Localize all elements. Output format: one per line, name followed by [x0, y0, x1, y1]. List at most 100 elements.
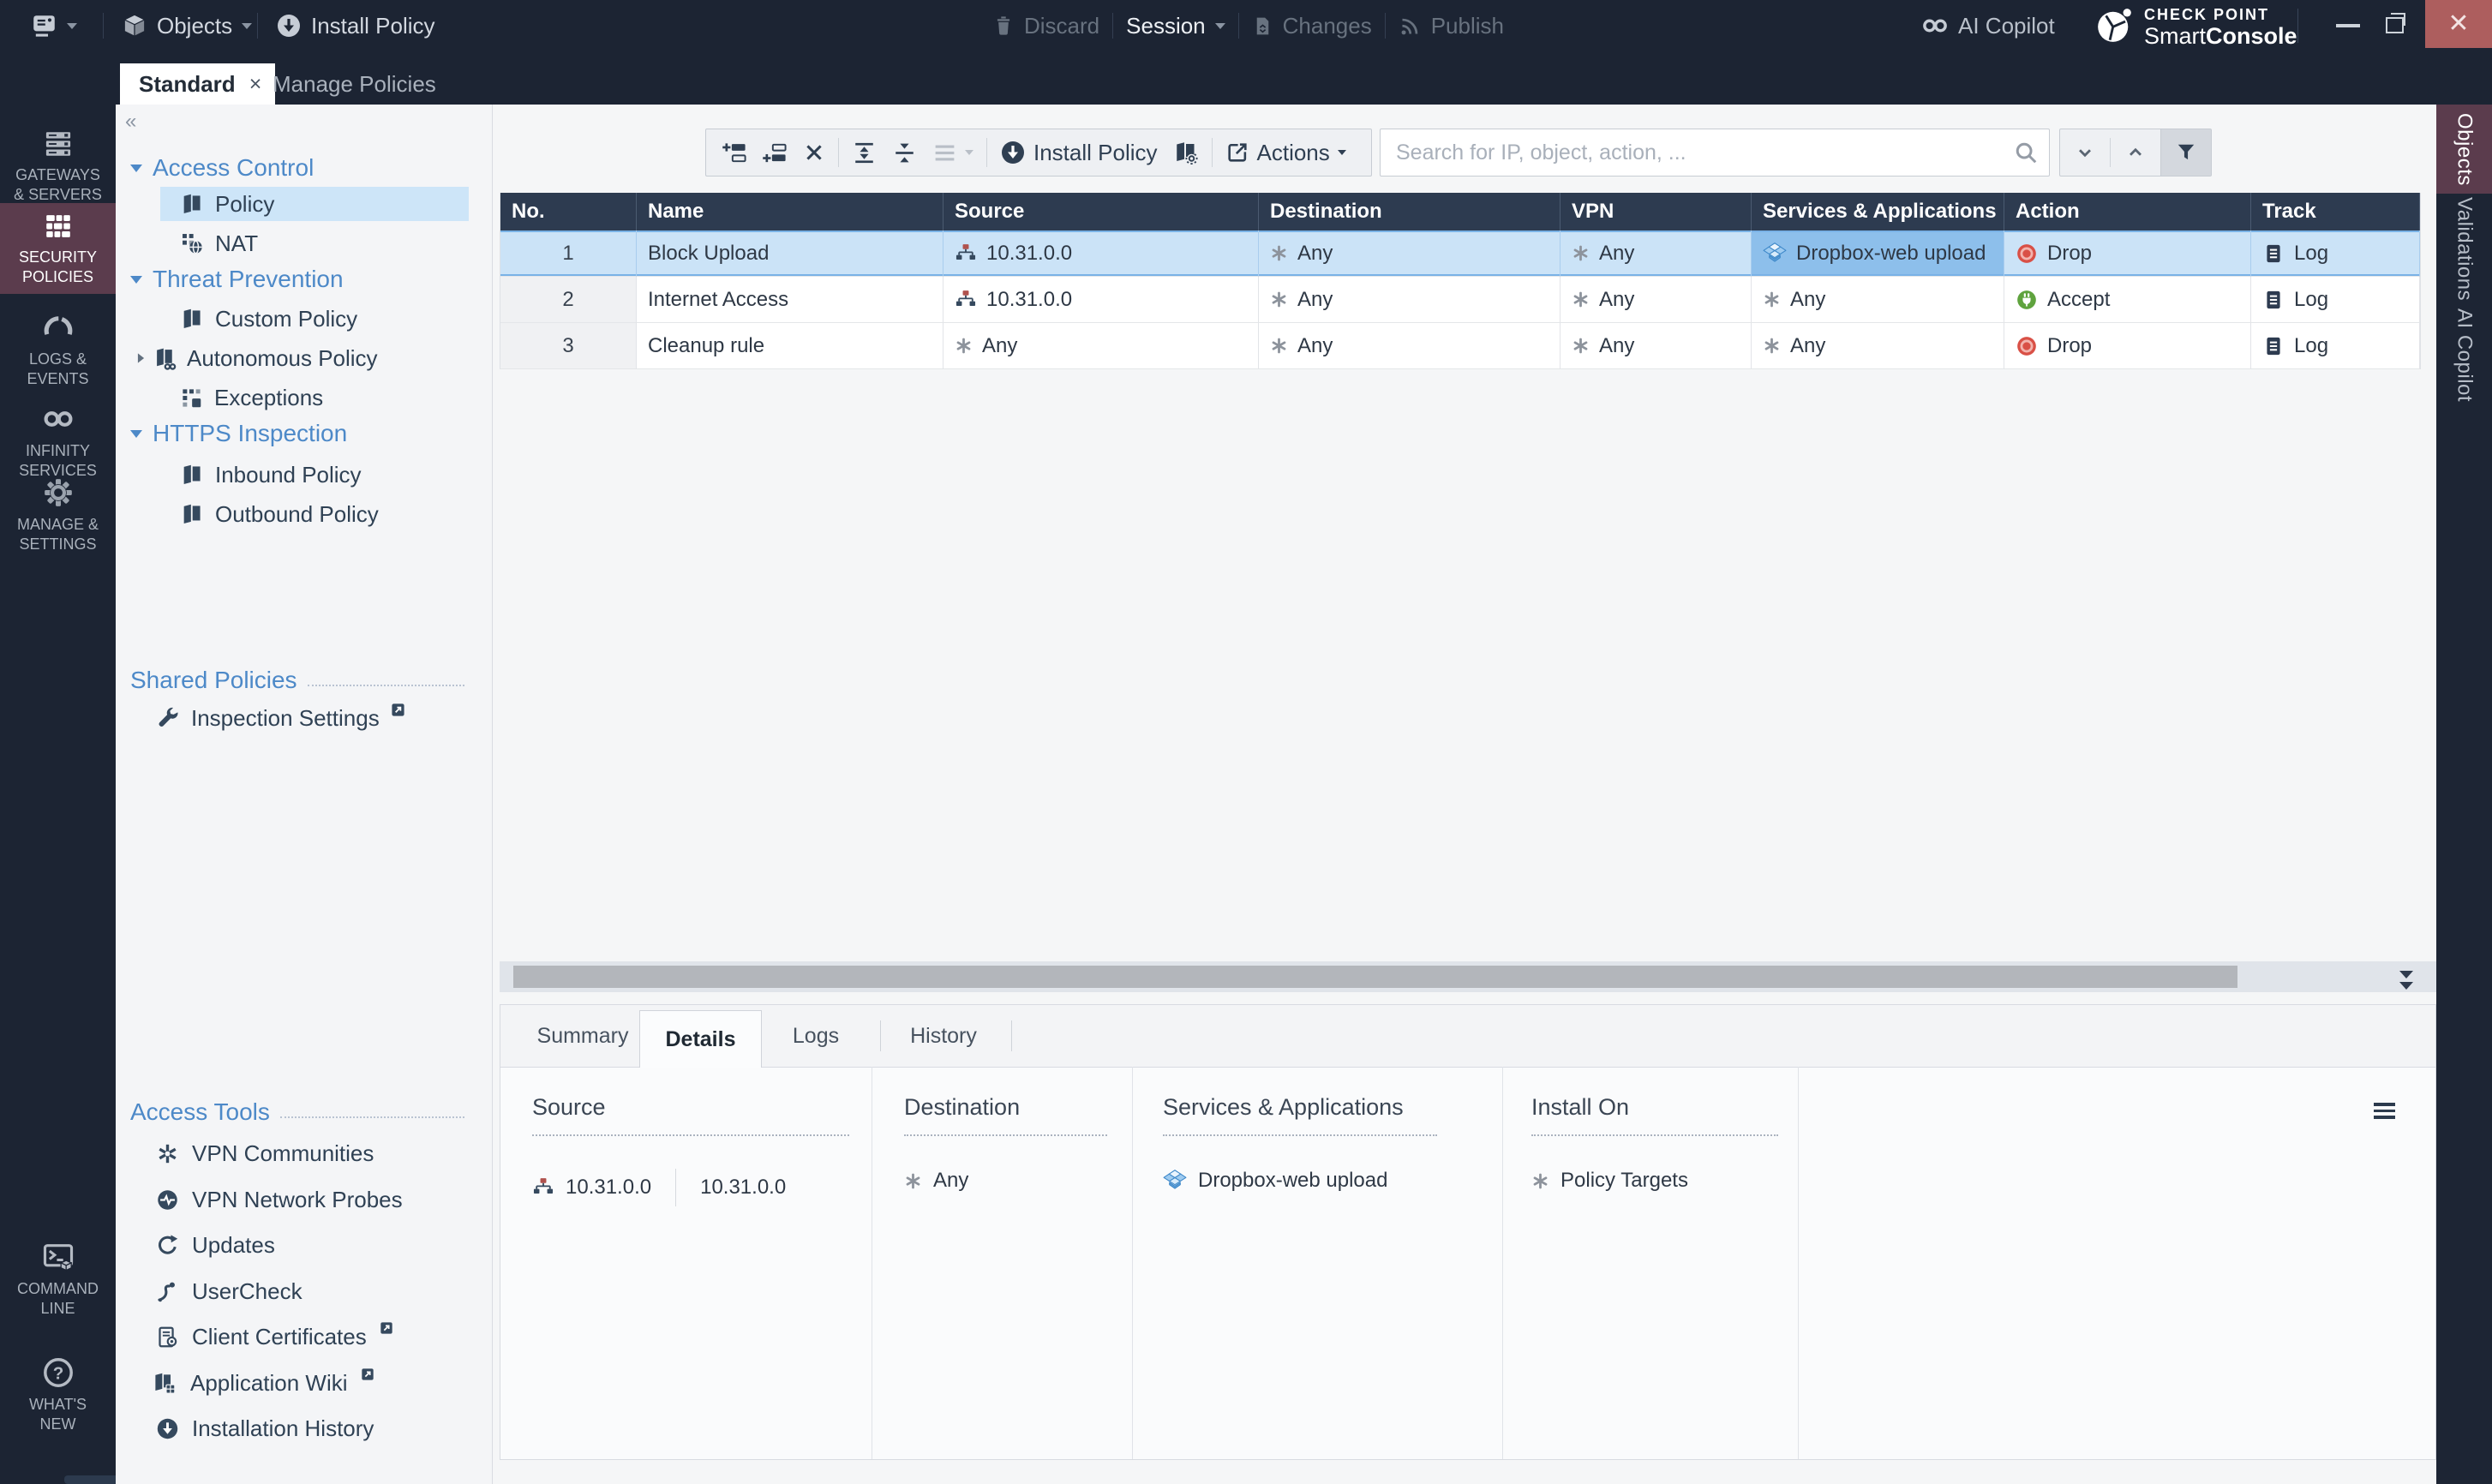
nav-item-custom-policy[interactable]: Custom Policy	[160, 302, 469, 336]
column-header-destination[interactable]: Destination	[1259, 193, 1560, 230]
rule-name-cell[interactable]: Cleanup rule	[637, 323, 943, 369]
nav-item-outbound-policy[interactable]: Outbound Policy	[160, 497, 469, 531]
search-icon[interactable]	[2013, 140, 2039, 165]
sidebar-item-command-line[interactable]: COMMANDLINE	[0, 1241, 116, 1319]
scrollbar-thumb[interactable]	[513, 966, 2237, 988]
column-header-name[interactable]: Name	[637, 193, 943, 230]
tab-history[interactable]: History	[888, 1005, 999, 1067]
nav-item-installation-history[interactable]: Installation History	[130, 1411, 469, 1445]
actions-menu-button[interactable]: Actions	[1218, 129, 1354, 176]
close-button[interactable]: ✕	[2425, 0, 2492, 48]
column-header-source[interactable]: Source	[943, 193, 1259, 230]
rule-vpn-cell[interactable]: Any	[1560, 277, 1752, 323]
discard-button[interactable]: Discard	[992, 0, 1099, 51]
rule-vpn-cell[interactable]: Any	[1560, 230, 1752, 277]
nav-item-vpn-communities[interactable]: VPN Communities	[130, 1136, 469, 1170]
rule-number[interactable]: 3	[500, 323, 637, 369]
sidebar-item-gateways-servers[interactable]: GATEWAYS& SERVERS	[0, 129, 116, 205]
previous-match-button[interactable]	[2111, 129, 2160, 176]
rail-tab-objects[interactable]: Objects	[2436, 105, 2492, 194]
rule-destination-cell[interactable]: Any	[1259, 323, 1560, 369]
nav-section-access-control[interactable]: Access Control	[130, 154, 314, 182]
nav-item-usercheck[interactable]: UserCheck	[130, 1274, 469, 1308]
publish-button[interactable]: Publish	[1399, 0, 1504, 51]
column-header-vpn[interactable]: VPN	[1560, 193, 1752, 230]
install-policy-button[interactable]: Install Policy	[992, 129, 1165, 176]
rule-name-cell[interactable]: Internet Access	[637, 277, 943, 323]
nav-section-https-inspection[interactable]: HTTPS Inspection	[130, 420, 347, 447]
tab-logs[interactable]: Logs	[768, 1005, 864, 1067]
column-header-services[interactable]: Services & Applications	[1752, 193, 2004, 230]
destination-object[interactable]: Any	[933, 1169, 968, 1193]
changes-button[interactable]: Changes	[1252, 0, 1372, 51]
source-object-name[interactable]: 10.31.0.0	[566, 1176, 651, 1200]
rule-vpn-cell[interactable]: Any	[1560, 323, 1752, 369]
nav-item-policy[interactable]: Policy	[160, 187, 469, 221]
collapse-panel-icon[interactable]	[2399, 969, 2413, 991]
tab-details[interactable]: Details	[639, 1010, 762, 1068]
restore-button[interactable]	[2386, 17, 2404, 33]
column-header-track[interactable]: Track	[2251, 193, 2420, 230]
sidebar-item-infinity-services[interactable]: INFINITYSERVICES	[0, 403, 116, 481]
session-menu-button[interactable]: Session	[1126, 0, 1225, 51]
nav-section-threat-prevention[interactable]: Threat Prevention	[130, 266, 344, 293]
service-object[interactable]: Dropbox-web upload	[1198, 1169, 1387, 1193]
sidebar-item-logs-events[interactable]: LOGS &EVENTS	[0, 313, 116, 389]
collapse-left-panel-icon[interactable]: «	[125, 111, 135, 132]
add-rule-above-button[interactable]	[715, 129, 755, 176]
nav-item-application-wiki[interactable]: Application Wiki	[130, 1366, 469, 1400]
rule-name-cell[interactable]: Block Upload	[637, 230, 943, 277]
rule-action-cell[interactable]: Drop	[2004, 323, 2251, 369]
delete-rule-button[interactable]	[795, 129, 833, 176]
sidebar-item-security-policies[interactable]: SECURITYPOLICIES	[0, 203, 116, 294]
rule-track-cell[interactable]: Log	[2251, 323, 2420, 369]
rule-number[interactable]: 1	[500, 230, 637, 277]
nav-item-inspection-settings[interactable]: Inspection Settings	[130, 701, 469, 735]
rail-tab-validations[interactable]: Validations	[2436, 199, 2492, 300]
rule-action-cell[interactable]: Accept	[2004, 277, 2251, 323]
search-input[interactable]	[1394, 140, 2013, 166]
nav-item-autonomous-policy[interactable]: Autonomous Policy	[137, 341, 469, 375]
rule-number[interactable]: 2	[500, 277, 637, 323]
main-menu-button[interactable]	[31, 0, 77, 51]
rule-action-cell[interactable]: Drop	[2004, 230, 2251, 277]
nav-item-vpn-network-probes[interactable]: VPN Network Probes	[130, 1182, 469, 1217]
objects-menu-button[interactable]: Objects	[122, 0, 252, 51]
install-on-object[interactable]: Policy Targets	[1560, 1169, 1688, 1193]
filter-button[interactable]	[2160, 129, 2211, 176]
view-options-button[interactable]	[925, 129, 981, 176]
rule-track-cell[interactable]: Log	[2251, 277, 2420, 323]
column-header-no[interactable]: No.	[500, 193, 637, 230]
rule-destination-cell[interactable]: Any	[1259, 277, 1560, 323]
rule-services-cell[interactable]: Any	[1752, 277, 2004, 323]
nav-item-inbound-policy[interactable]: Inbound Policy	[160, 458, 469, 492]
next-match-button[interactable]	[2060, 129, 2110, 176]
collapse-rows-button[interactable]	[844, 129, 884, 176]
ai-copilot-button[interactable]: AI Copilot	[1921, 0, 2055, 51]
policy-installation-settings-button[interactable]	[1165, 129, 1207, 176]
rule-services-cell[interactable]: Dropbox-web upload	[1752, 230, 2004, 277]
rule-source-cell[interactable]: Any	[943, 323, 1259, 369]
nav-item-nat[interactable]: NAT	[160, 226, 469, 260]
rule-source-cell[interactable]: 10.31.0.0	[943, 230, 1259, 277]
section-menu-button[interactable]	[2374, 1099, 2395, 1122]
nav-item-client-certificates[interactable]: Client Certificates	[130, 1319, 469, 1354]
rail-tab-ai-copilot[interactable]: AI Copilot	[2436, 305, 2492, 406]
rule-track-cell[interactable]: Log	[2251, 230, 2420, 277]
tab-summary[interactable]: Summary	[526, 1005, 639, 1067]
expand-triangle-icon[interactable]	[138, 353, 144, 362]
sidebar-item-manage-settings[interactable]: MANAGE &SETTINGS	[0, 476, 116, 554]
rulebase-horizontal-scrollbar[interactable]	[500, 961, 2436, 992]
rule-source-cell[interactable]: 10.31.0.0	[943, 277, 1259, 323]
nav-item-exceptions[interactable]: Exceptions	[160, 380, 469, 415]
add-rule-below-button[interactable]	[755, 129, 795, 176]
install-policy-button-top[interactable]: Install Policy	[276, 0, 435, 51]
sidebar-item-whats-new[interactable]: WHAT'SNEW	[0, 1356, 116, 1434]
expand-rows-button[interactable]	[884, 129, 925, 176]
tab-manage-policies[interactable]: Manage Policies	[257, 63, 452, 105]
nav-item-updates[interactable]: Updates	[130, 1228, 469, 1262]
tab-standard[interactable]: Standard ×	[120, 63, 275, 105]
column-header-action[interactable]: Action	[2004, 193, 2251, 230]
minimize-button[interactable]	[2336, 24, 2360, 27]
rule-services-cell[interactable]: Any	[1752, 323, 2004, 369]
